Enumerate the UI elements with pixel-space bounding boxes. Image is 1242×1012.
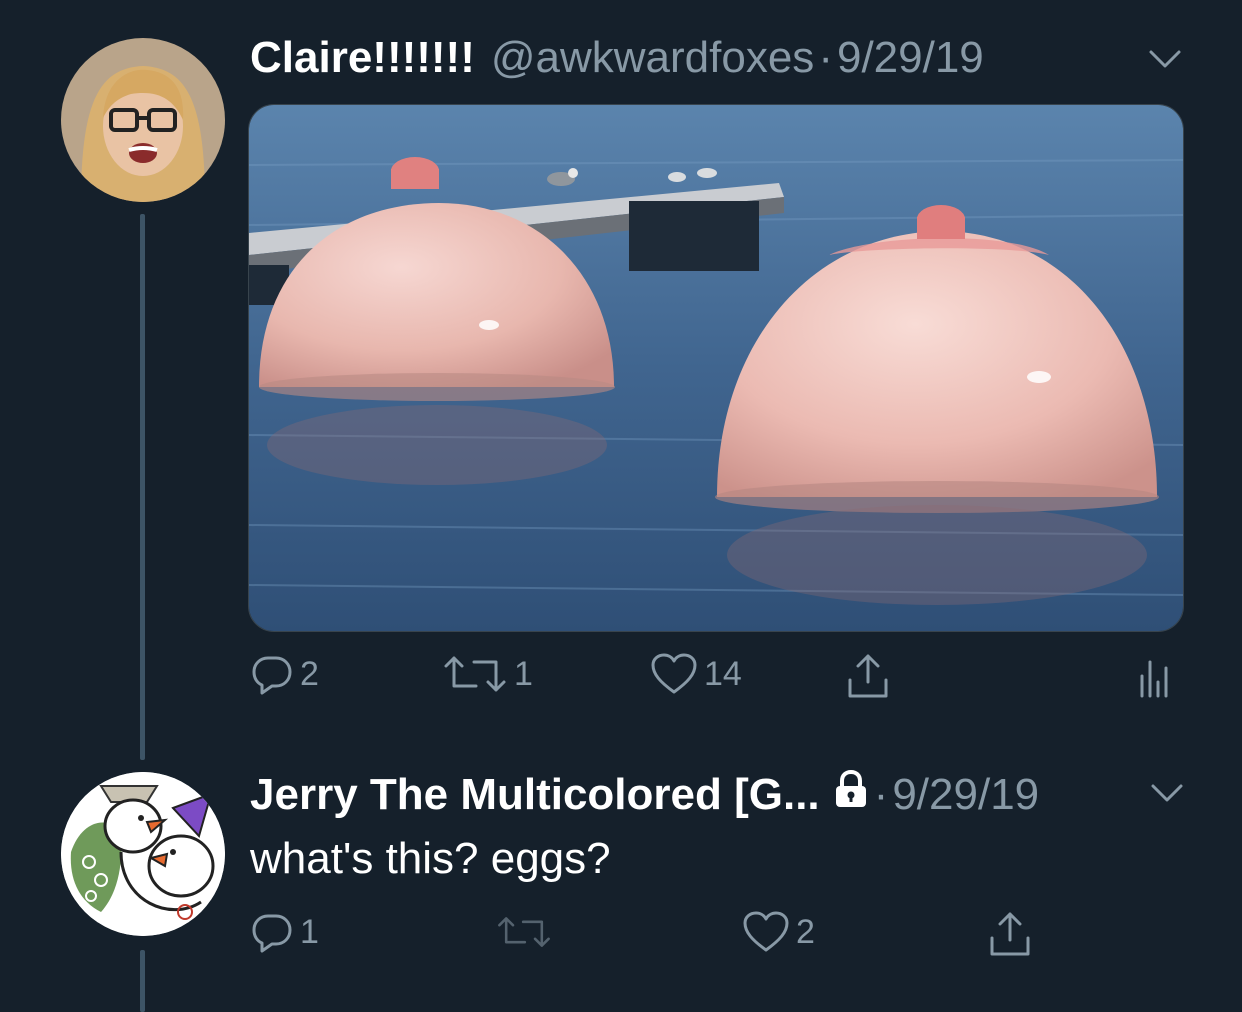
chevron-down-icon[interactable] (1149, 782, 1185, 806)
analytics-icon (1138, 654, 1170, 698)
share-button[interactable] (988, 910, 1032, 958)
thread-line-top (140, 214, 145, 760)
author-handle[interactable]: @awkwardfoxes (491, 33, 814, 83)
retweet-icon (442, 652, 508, 696)
reply-button[interactable]: 1 (250, 910, 319, 954)
retweet-button[interactable] (496, 910, 552, 954)
share-icon (846, 652, 890, 700)
reply-button[interactable]: 2 (250, 652, 319, 696)
like-count: 14 (704, 654, 742, 693)
tweet-date[interactable]: 9/29/19 (892, 770, 1039, 820)
retweet-icon (496, 910, 552, 954)
analytics-button[interactable] (1138, 654, 1170, 698)
timeline: Claire!!!!!!! @awkwardfoxes · 9/29/19 2 … (0, 0, 1242, 1012)
tweet-date[interactable]: 9/29/19 (837, 33, 984, 83)
author-name[interactable]: Claire!!!!!!! (250, 33, 475, 83)
separator-dot: · (873, 770, 889, 819)
separator-dot: · (818, 33, 833, 82)
tweet-actions: 1 2 (250, 910, 1182, 970)
reply-count: 1 (300, 912, 319, 951)
like-button[interactable]: 2 (742, 910, 815, 954)
lock-icon (832, 769, 870, 820)
like-icon (650, 652, 698, 696)
author-name[interactable]: Jerry The Multicolored [G... (250, 770, 820, 820)
tweet-header: Jerry The Multicolored [G... · 9/29/19 (250, 769, 1039, 820)
reply-count: 2 (300, 654, 319, 693)
reply-icon (250, 910, 294, 954)
retweet-count: 1 (514, 654, 533, 693)
chevron-down-icon[interactable] (1147, 48, 1183, 72)
avatar-jerry[interactable] (61, 772, 225, 936)
tweet-text: what's this? eggs? (250, 834, 611, 883)
tweet-image[interactable] (248, 104, 1184, 632)
avatar-claire[interactable] (61, 38, 225, 202)
thread-line-bottom (140, 950, 145, 1012)
like-button[interactable]: 14 (650, 652, 742, 696)
share-button[interactable] (846, 652, 890, 700)
retweet-button[interactable]: 1 (442, 652, 533, 696)
like-count: 2 (796, 912, 815, 951)
tweet-header: Claire!!!!!!! @awkwardfoxes · 9/29/19 (250, 33, 984, 83)
reply-icon (250, 652, 294, 696)
like-icon (742, 910, 790, 954)
tweet-actions: 2 1 14 (250, 652, 1182, 712)
share-icon (988, 910, 1032, 958)
